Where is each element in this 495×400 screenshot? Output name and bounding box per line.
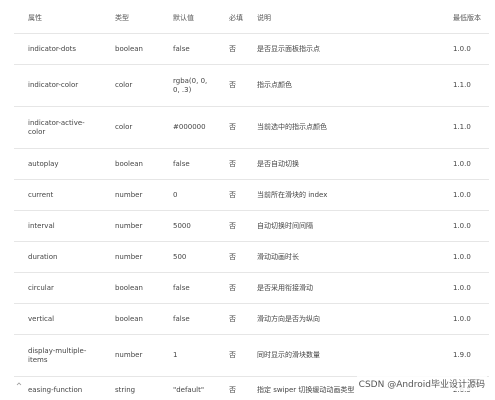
cell-attribute: vertical	[14, 303, 101, 335]
table-row: display-multiple-items number 1 否 同时显示的滑…	[14, 334, 489, 377]
header-attribute: 属性	[14, 4, 101, 34]
cell-required: 否	[215, 210, 243, 242]
cell-min-version: 1.0.0	[439, 179, 489, 211]
cell-default: false	[159, 272, 215, 304]
cell-attribute: current	[14, 179, 101, 211]
cell-attribute: duration	[14, 241, 101, 273]
cell-default: #000000	[159, 106, 215, 149]
cell-description: 滑动方向是否为纵向	[243, 303, 439, 335]
cell-default: 0	[159, 179, 215, 211]
cell-type: color	[101, 64, 159, 107]
cell-required: 否	[215, 303, 243, 335]
cell-type: number	[101, 241, 159, 273]
cell-description: 指示点颜色	[243, 64, 439, 107]
chevron-up-icon[interactable]	[16, 381, 22, 387]
cell-attribute: indicator-dots	[14, 33, 101, 65]
cell-min-version: 1.1.0	[439, 106, 489, 149]
cell-type: boolean	[101, 303, 159, 335]
swiper-properties-table: 属性 类型 默认值 必填 说明 最低版本 indicator-dots bool…	[14, 4, 489, 400]
cell-default: rgba(0, 0, 0, .3)	[159, 64, 215, 107]
table-row: indicator-dots boolean false 否 是否显示面板指示点…	[14, 33, 489, 65]
cell-description: 同时显示的滑块数量	[243, 334, 439, 377]
chevron-up-icon-svg	[16, 382, 22, 386]
cell-required: 否	[215, 241, 243, 273]
table-header-row: 属性 类型 默认值 必填 说明 最低版本	[14, 4, 489, 34]
cell-required: 否	[215, 179, 243, 211]
cell-required: 否	[215, 334, 243, 377]
watermark: CSDN @Android毕业设计源码	[356, 376, 487, 391]
table-row: indicator-color color rgba(0, 0, 0, .3) …	[14, 64, 489, 107]
cell-attribute: display-multiple-items	[14, 334, 101, 377]
cell-attribute: interval	[14, 210, 101, 242]
cell-description: 是否采用衔接滑动	[243, 272, 439, 304]
cell-min-version: 1.0.0	[439, 272, 489, 304]
header-min-version: 最低版本	[439, 4, 489, 34]
header-required: 必填	[215, 4, 243, 34]
cell-min-version: 1.0.0	[439, 303, 489, 335]
table-row: indicator-active-color color #000000 否 当…	[14, 106, 489, 149]
cell-description: 滑动动画时长	[243, 241, 439, 273]
cell-type: number	[101, 210, 159, 242]
cell-description: 自动切换时间间隔	[243, 210, 439, 242]
cell-required: 否	[229, 385, 236, 394]
cell-attribute: indicator-color	[14, 64, 101, 107]
cell-type: number	[101, 179, 159, 211]
cell-type: boolean	[101, 272, 159, 304]
cell-type: boolean	[101, 33, 159, 65]
cell-type: number	[101, 334, 159, 377]
cell-default: false	[159, 148, 215, 180]
cell-required: 否	[215, 148, 243, 180]
table-row: autoplay boolean false 否 是否自动切换 1.0.0	[14, 148, 489, 180]
cell-default: 5000	[159, 210, 215, 242]
cell-description: 当前所在滑块的 index	[243, 179, 439, 211]
cell-type: boolean	[101, 148, 159, 180]
cell-attribute: easing-function	[28, 385, 83, 394]
cell-min-version: 1.1.0	[439, 64, 489, 107]
cell-type: color	[101, 106, 159, 149]
cell-min-version: 1.0.0	[439, 210, 489, 242]
cell-min-version: 1.0.0	[439, 148, 489, 180]
table-row: current number 0 否 当前所在滑块的 index 1.0.0	[14, 179, 489, 211]
cell-required: 否	[215, 272, 243, 304]
cell-description: 是否显示面板指示点	[243, 33, 439, 65]
cell-attribute: indicator-active-color	[14, 106, 101, 149]
cell-min-version: 1.0.0	[439, 33, 489, 65]
cell-description: 当前选中的指示点颜色	[243, 106, 439, 149]
cell-default: "default"	[173, 385, 205, 394]
cell-min-version: 1.9.0	[439, 334, 489, 377]
cell-attribute: autoplay	[14, 148, 101, 180]
header-description: 说明	[243, 4, 439, 34]
cell-default: false	[159, 33, 215, 65]
header-type: 类型	[101, 4, 159, 34]
table-row: interval number 5000 否 自动切换时间间隔 1.0.0	[14, 210, 489, 242]
cell-required: 否	[215, 64, 243, 107]
table-row: duration number 500 否 滑动动画时长 1.0.0	[14, 241, 489, 273]
cell-attribute: circular	[14, 272, 101, 304]
cell-default: 1	[159, 334, 215, 377]
page: 属性 类型 默认值 必填 说明 最低版本 indicator-dots bool…	[0, 0, 495, 400]
cell-description: 是否自动切换	[243, 148, 439, 180]
cell-type: string	[115, 385, 136, 394]
header-default: 默认值	[159, 4, 215, 34]
table-row: vertical boolean false 否 滑动方向是否为纵向 1.0.0	[14, 303, 489, 335]
cell-default: false	[159, 303, 215, 335]
cell-required: 否	[215, 33, 243, 65]
cell-default: 500	[159, 241, 215, 273]
cell-min-version: 1.0.0	[439, 241, 489, 273]
cell-required: 否	[215, 106, 243, 149]
table-row: circular boolean false 否 是否采用衔接滑动 1.0.0	[14, 272, 489, 304]
